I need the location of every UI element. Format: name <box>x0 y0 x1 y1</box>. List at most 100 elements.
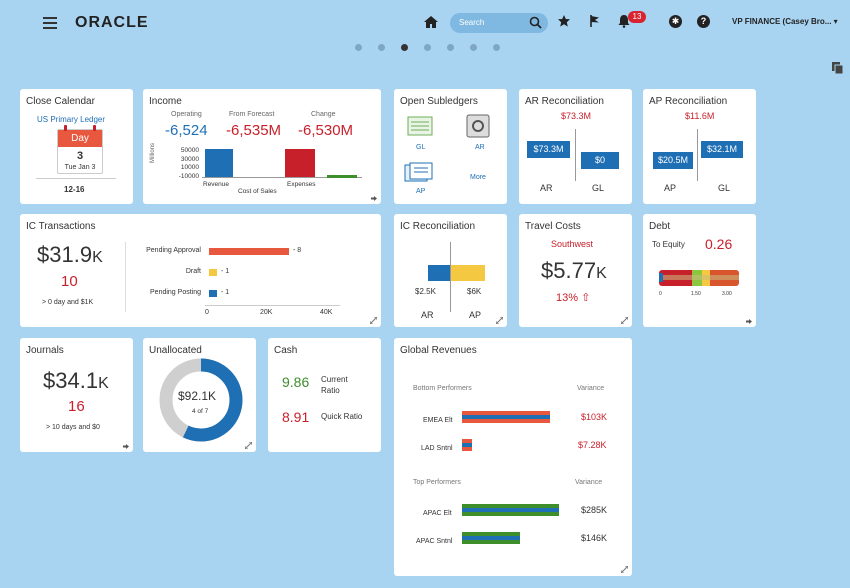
page-dot[interactable] <box>470 44 477 51</box>
oracle-logo[interactable]: ORACLE <box>75 14 149 32</box>
draft-bar <box>209 269 217 276</box>
tile-title: IC Reconciliation <box>400 221 476 232</box>
forecast-label: From Forecast <box>229 111 275 118</box>
x-label-cost-of-sales: Cost of Sales <box>238 188 277 195</box>
debt-label: To Equity <box>652 240 685 249</box>
page-dot-active[interactable] <box>401 44 408 51</box>
unallocated-tile[interactable]: Unallocated $92.1K 4 of 7 <box>143 338 256 452</box>
expand-icon[interactable] <box>370 317 377 324</box>
gauge-tick: 3.00 <box>722 291 732 297</box>
search-box[interactable]: Search <box>450 13 548 33</box>
target-bar <box>462 536 520 540</box>
user-menu[interactable]: VP FINANCE (Casey Bro... ▾ <box>732 17 838 26</box>
pending-posting-bar <box>209 290 217 297</box>
ic-transactions-tile[interactable]: IC Transactions $31.9K 10 > 0 day and $1… <box>20 214 381 327</box>
flag-icon[interactable] <box>588 14 602 28</box>
ap-documents-icon[interactable] <box>404 162 434 184</box>
y-axis-ticks: 50000 30000 10000 -10000 <box>169 147 199 181</box>
ar-link[interactable]: AR <box>475 144 485 151</box>
home-icon[interactable] <box>423 14 439 30</box>
gl-link[interactable]: GL <box>416 144 425 151</box>
region-name: APAC Elt <box>423 510 452 517</box>
arrow-right-icon[interactable] <box>746 319 752 324</box>
arrow-right-icon[interactable] <box>371 196 377 201</box>
up-arrow-icon: ⇧ <box>581 292 591 304</box>
layout-icon[interactable] <box>831 61 845 75</box>
quick-ratio-label: Quick Ratio <box>321 412 363 421</box>
x-axis-line <box>205 305 340 306</box>
target-bar <box>462 415 550 419</box>
journals-tile[interactable]: Journals $34.1K 16 > 10 days and $0 <box>20 338 133 452</box>
x-label-revenue: Revenue <box>203 181 230 188</box>
calendar-icon: Day 3 Tue Jan 3 <box>57 129 103 174</box>
cash-tile[interactable]: Cash 9.86 Current Ratio 8.91 Quick Ratio <box>268 338 381 452</box>
ic-amount: $31.9K <box>37 242 103 268</box>
ar-right-label: GL <box>592 183 605 193</box>
search-icon[interactable] <box>529 16 542 29</box>
top-header: ORACLE Search 13 ✱ ? VP FINANCE (Casey B… <box>0 0 850 48</box>
ic-left-label: AR <box>421 310 434 320</box>
tile-title: Travel Costs <box>525 221 581 232</box>
x-label-expenses: Expenses <box>287 181 316 188</box>
more-link[interactable]: More <box>470 174 486 181</box>
ap-reconciliation-tile[interactable]: AP Reconciliation $11.6M $20.5M $32.1M A… <box>643 89 756 204</box>
ledger-link[interactable]: US Primary Ledger <box>37 115 105 124</box>
unallocated-amount: $92.1K <box>178 389 217 403</box>
journals-count: 16 <box>68 398 85 415</box>
page-dot[interactable] <box>355 44 362 51</box>
ic-amount-value: $31.9 <box>37 242 93 267</box>
change-value: -6,530M <box>298 122 354 139</box>
tile-title: Unallocated <box>149 345 202 356</box>
ic-left-value: $2.5K <box>415 287 436 296</box>
close-calendar-tile[interactable]: Close Calendar US Primary Ledger Day 3 T… <box>20 89 133 204</box>
travel-amount-value: $5.77 <box>541 258 597 283</box>
ap-right-bar: $32.1M <box>701 141 743 158</box>
hamburger-menu-icon[interactable] <box>43 17 57 29</box>
ap-total: $11.6M <box>685 111 715 121</box>
arrow-right-icon[interactable] <box>123 444 129 449</box>
quick-ratio-value: 8.91 <box>282 409 310 425</box>
variance-value: $7.28K <box>578 440 607 450</box>
ar-reconciliation-tile[interactable]: AR Reconciliation $73.3M $73.3M $0 AR GL <box>519 89 632 204</box>
gl-ledger-icon[interactable] <box>407 116 433 136</box>
page-dot[interactable] <box>378 44 385 51</box>
ar-safe-icon[interactable] <box>465 113 491 139</box>
debt-tile[interactable]: Debt To Equity 0.26 0 1.50 3.00 <box>643 214 756 327</box>
revenue-bar <box>205 149 233 177</box>
y-axis-label: Millions <box>150 142 156 163</box>
income-tile[interactable]: Income Operating -6,524 From Forecast -6… <box>143 89 381 204</box>
variance-header: Variance <box>577 385 605 392</box>
travel-costs-tile[interactable]: Travel Costs Southwest $5.77K 13% ⇧ <box>519 214 632 327</box>
tile-title: AP Reconciliation <box>649 96 728 107</box>
current-ratio-label-line: Current <box>321 375 348 384</box>
operating-value: -6,524 <box>165 122 208 139</box>
expand-icon[interactable] <box>621 317 628 324</box>
page-dot[interactable] <box>493 44 500 51</box>
search-input[interactable]: Search <box>459 18 484 27</box>
travel-amount: $5.77K <box>541 258 607 284</box>
global-revenues-tile[interactable]: Global Revenues Bottom Performers Varian… <box>394 338 632 576</box>
expand-icon[interactable] <box>496 317 503 324</box>
expand-icon[interactable] <box>245 442 252 449</box>
variance-value: $103K <box>581 412 608 422</box>
y-tick: -10000 <box>178 172 199 180</box>
open-subledgers-tile[interactable]: Open Subledgers GL AR AP More <box>394 89 507 204</box>
ic-right-bar <box>451 265 485 281</box>
favorites-star-icon[interactable] <box>557 14 571 28</box>
row-value: - 1 <box>221 289 230 296</box>
row-label: Draft <box>185 268 201 275</box>
page-dot[interactable] <box>424 44 431 51</box>
target-bar <box>462 443 472 447</box>
ap-link[interactable]: AP <box>416 188 425 195</box>
ic-reconciliation-tile[interactable]: IC Reconciliation $2.5K $6K AR AP <box>394 214 507 327</box>
help-icon[interactable]: ? <box>697 15 710 28</box>
expand-icon[interactable] <box>621 566 628 573</box>
ic-count: 10 <box>61 273 78 290</box>
other-bar <box>327 175 357 178</box>
current-ratio-label: Current Ratio <box>321 374 348 396</box>
accessibility-icon[interactable]: ✱ <box>669 15 682 28</box>
user-name: VP FINANCE (Casey Bro... <box>732 17 832 26</box>
current-ratio-label-line: Ratio <box>321 386 340 395</box>
ap-left-label: AP <box>664 183 677 193</box>
page-dot[interactable] <box>447 44 454 51</box>
